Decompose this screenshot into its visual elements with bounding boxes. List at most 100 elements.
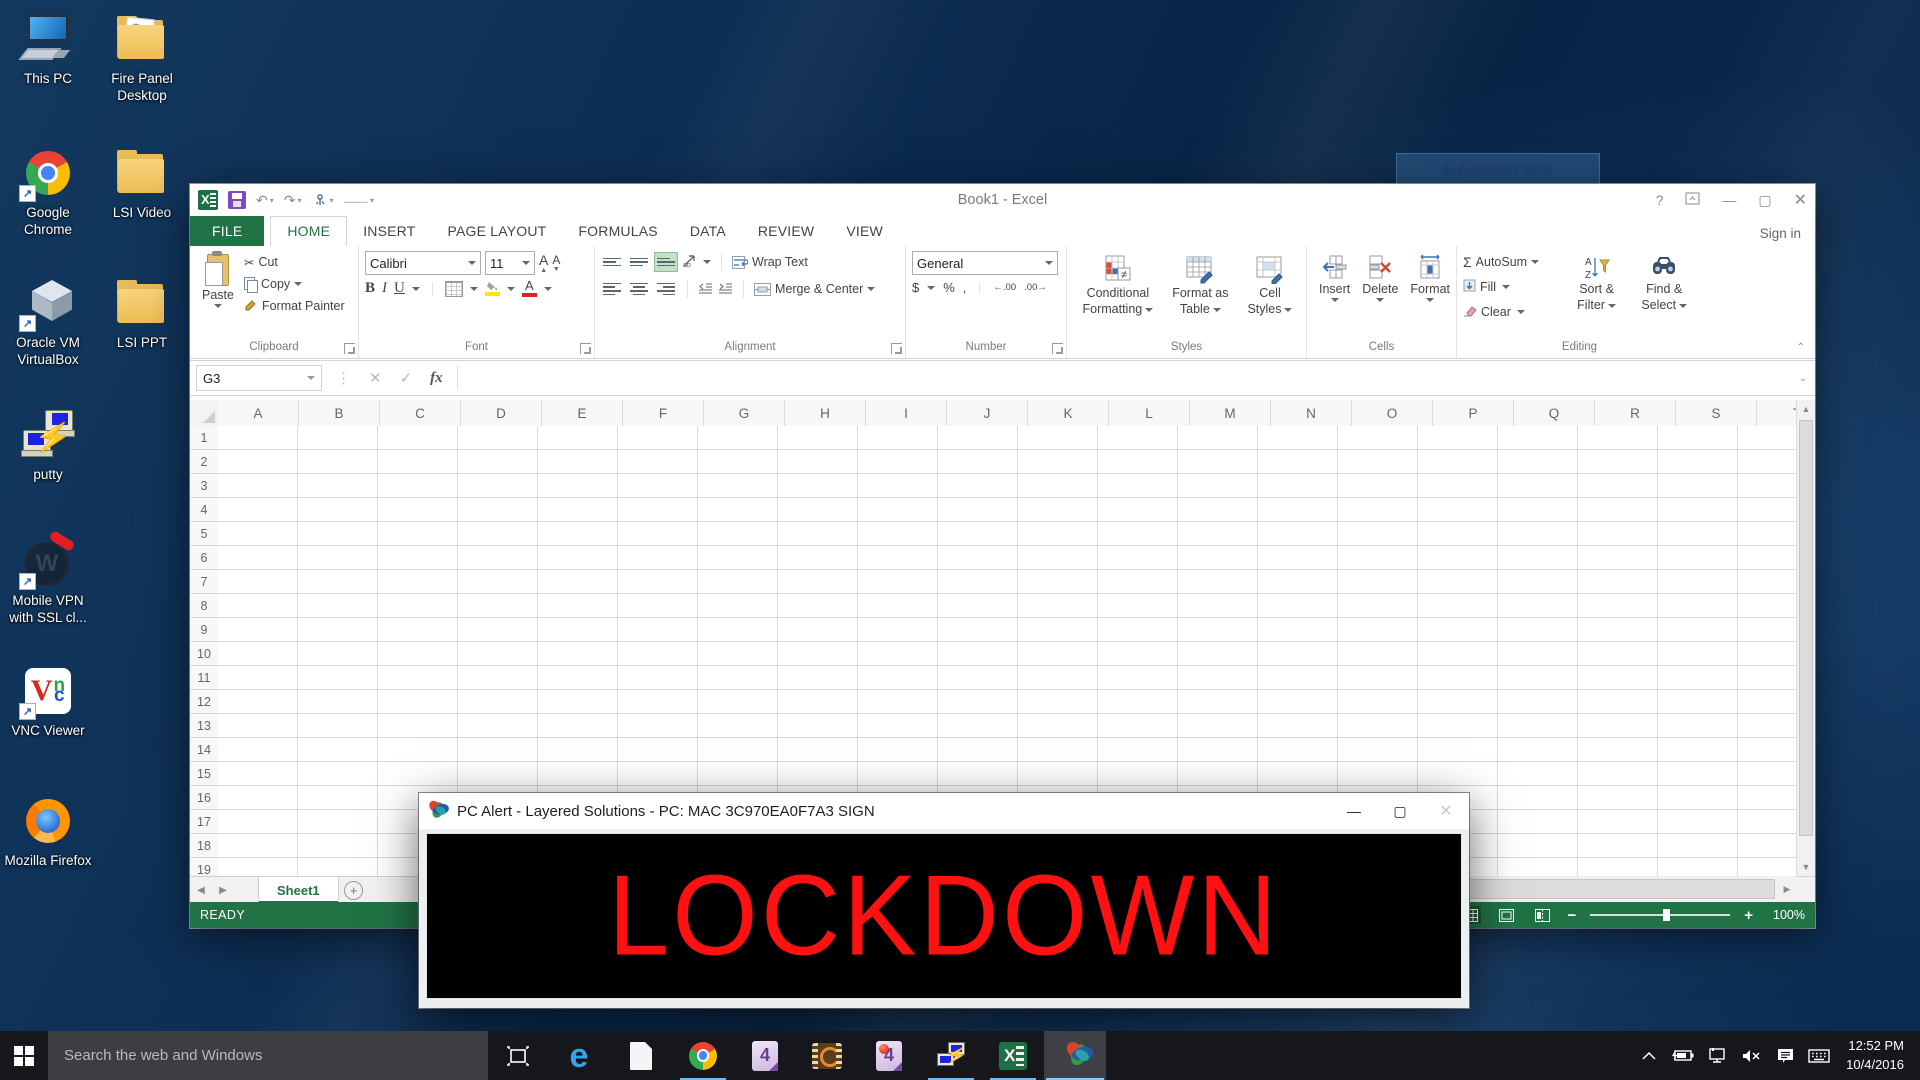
row-header-16[interactable]: 16 — [190, 786, 218, 810]
row-header-1[interactable]: 1 — [190, 426, 218, 450]
action-center-icon[interactable] — [1770, 1031, 1800, 1080]
desktop-icon-putty[interactable]: ⚡ putty — [2, 408, 94, 484]
taskbar-putty[interactable]: ⚡ — [920, 1031, 982, 1080]
sheet-nav-right[interactable]: ▶ — [212, 877, 234, 903]
customize-qat-button[interactable]: ⸻▾ — [344, 193, 375, 208]
column-header-C[interactable]: C — [380, 400, 461, 426]
increase-indent-button[interactable] — [718, 282, 733, 297]
tab-page-layout[interactable]: PAGE LAYOUT — [431, 217, 562, 246]
name-box[interactable]: G3 — [196, 365, 322, 391]
row-header-7[interactable]: 7 — [190, 570, 218, 594]
copy-button[interactable]: Copy — [244, 273, 345, 295]
expand-formula-bar-button[interactable]: ⌄ — [1791, 373, 1815, 384]
horizontal-scroll-thumb[interactable] — [1457, 879, 1775, 899]
taskbar-purple-app[interactable]: 4 — [734, 1031, 796, 1080]
cancel-entry-button[interactable]: ✕ — [369, 369, 382, 387]
top-align-button[interactable] — [601, 253, 623, 271]
align-right-button[interactable] — [655, 280, 677, 298]
column-header-O[interactable]: O — [1352, 400, 1433, 426]
format-as-table-button[interactable]: Format as Table — [1166, 251, 1234, 320]
wrap-text-button[interactable]: Wrap Text — [732, 251, 808, 273]
collapse-ribbon-button[interactable]: ⌃ — [1797, 342, 1805, 353]
desktop-icon-fire-panel-desktop[interactable]: Fire Panel Desktop — [96, 12, 188, 105]
align-left-button[interactable] — [601, 280, 623, 298]
row-header-19[interactable]: 19 — [190, 858, 218, 876]
row-header-2[interactable]: 2 — [190, 450, 218, 474]
column-header-S[interactable]: S — [1676, 400, 1757, 426]
sheet-nav-left[interactable]: ◀ — [190, 877, 212, 903]
excel-titlebar[interactable]: ↶▾ ↷▾ ▾ ⸻▾ Book1 - Excel ? — ▢ ✕ — [190, 184, 1815, 216]
touch-mode-button[interactable]: ▾ — [312, 192, 334, 208]
column-header-L[interactable]: L — [1109, 400, 1190, 426]
conditional-formatting-button[interactable]: ≠ Conditional Formatting — [1076, 251, 1159, 320]
desktop-icon-this-pc[interactable]: This PC — [2, 12, 94, 88]
desktop-icon-google-chrome[interactable]: ↗ Google Chrome — [2, 146, 94, 239]
row-header-14[interactable]: 14 — [190, 738, 218, 762]
middle-align-button[interactable] — [628, 253, 650, 271]
horizontal-scrollbar[interactable]: ◀ ▶ — [1435, 876, 1797, 902]
column-header-B[interactable]: B — [299, 400, 380, 426]
taskbar-video-app[interactable] — [796, 1031, 858, 1080]
redo-button[interactable]: ↷▾ — [284, 192, 302, 209]
row-header-8[interactable]: 8 — [190, 594, 218, 618]
alignment-dialog-launcher[interactable] — [891, 343, 902, 354]
merge-center-button[interactable]: Merge & Center — [754, 278, 875, 300]
undo-button[interactable]: ↶▾ — [256, 192, 274, 209]
confirm-entry-button[interactable]: ✓ — [400, 369, 413, 387]
sign-in-link[interactable]: Sign in — [1760, 226, 1801, 241]
row-header-3[interactable]: 3 — [190, 474, 218, 498]
font-dialog-launcher[interactable] — [580, 343, 591, 354]
format-painter-button[interactable]: Format Painter — [244, 295, 345, 317]
volume-muted-icon[interactable] — [1736, 1031, 1766, 1080]
zoom-out-button[interactable]: − — [1567, 907, 1576, 924]
tab-data[interactable]: DATA — [674, 217, 742, 246]
cell-styles-button[interactable]: Cell Styles — [1241, 251, 1298, 320]
grow-font-button[interactable]: A▲ — [539, 253, 548, 274]
maximize-button[interactable]: ▢ — [1758, 192, 1771, 209]
desktop-icon-mozilla-firefox[interactable]: Mozilla Firefox — [2, 794, 94, 870]
desktop-icon-lsi-ppt[interactable]: LSI PPT — [96, 276, 188, 352]
vertical-scroll-thumb[interactable] — [1799, 420, 1813, 836]
select-all-corner[interactable] — [190, 400, 219, 427]
accounting-format-button[interactable]: $ — [912, 280, 919, 295]
decrease-decimal-button[interactable]: .00→ — [1024, 282, 1047, 293]
zoom-slider[interactable] — [1590, 914, 1730, 916]
fill-color-button[interactable] — [485, 281, 500, 296]
font-color-button[interactable]: A — [522, 280, 537, 297]
desktop-icon-oracle-vm-virtualbox[interactable]: ↗ Oracle VM VirtualBox — [2, 276, 94, 369]
network-icon[interactable] — [1702, 1031, 1732, 1080]
desktop-icon-vnc-viewer[interactable]: Vnc ↗ VNC Viewer — [2, 664, 94, 740]
row-header-12[interactable]: 12 — [190, 690, 218, 714]
alert-titlebar[interactable]: PC Alert - Layered Solutions - PC: MAC 3… — [419, 793, 1469, 829]
sheet-tab-sheet1[interactable]: Sheet1 — [258, 877, 339, 903]
hidden-icons-chevron[interactable] — [1634, 1031, 1664, 1080]
row-header-15[interactable]: 15 — [190, 762, 218, 786]
italic-button[interactable]: I — [382, 280, 387, 297]
column-header-I[interactable]: I — [866, 400, 947, 426]
number-format-combo[interactable]: General — [912, 251, 1058, 275]
column-header-D[interactable]: D — [461, 400, 542, 426]
ribbon-display-options-button[interactable] — [1685, 192, 1700, 208]
page-break-view-button[interactable] — [1531, 906, 1553, 924]
format-cells-button[interactable]: Format — [1404, 251, 1456, 305]
scroll-up-arrow[interactable]: ▲ — [1797, 400, 1815, 418]
tab-insert[interactable]: INSERT — [347, 217, 431, 246]
scroll-down-arrow[interactable]: ▼ — [1797, 858, 1815, 876]
row-header-10[interactable]: 10 — [190, 642, 218, 666]
task-view-button[interactable] — [488, 1031, 548, 1080]
taskbar-purple-app-2[interactable]: 4 — [858, 1031, 920, 1080]
underline-button[interactable]: U — [394, 280, 405, 297]
start-button[interactable] — [0, 1031, 48, 1080]
cut-button[interactable]: ✂Cut — [244, 251, 345, 273]
percent-style-button[interactable]: % — [943, 280, 955, 295]
tab-file[interactable]: FILE — [190, 216, 264, 246]
tab-home[interactable]: HOME — [270, 216, 347, 246]
tab-review[interactable]: REVIEW — [742, 217, 830, 246]
tab-formulas[interactable]: FORMULAS — [562, 217, 673, 246]
column-header-R[interactable]: R — [1595, 400, 1676, 426]
sort-filter-button[interactable]: AZ Sort & Filter — [1563, 251, 1631, 316]
taskbar-edge[interactable]: e — [548, 1031, 610, 1080]
zoom-slider-thumb[interactable] — [1663, 909, 1670, 921]
row-header-9[interactable]: 9 — [190, 618, 218, 642]
power-battery-icon[interactable] — [1668, 1031, 1698, 1080]
